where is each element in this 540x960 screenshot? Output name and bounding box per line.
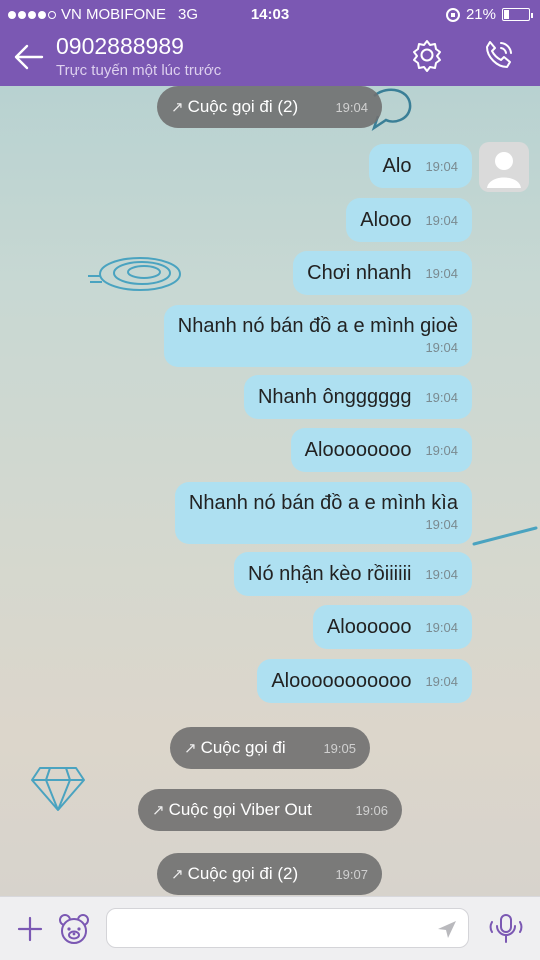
message-text: Nhanh nó bán đồ a e mình gioè — [177, 315, 458, 337]
message-time: 19:04 — [425, 673, 458, 689]
message-bubble[interactable]: Nhanh nó bán đồ a e mình gioè 19:04 — [163, 305, 472, 367]
message-bubble[interactable]: Aloooooo 19:04 — [312, 605, 472, 649]
avatar[interactable] — [479, 142, 529, 192]
call-button[interactable] — [478, 34, 520, 76]
message-text: Nó nhận kèo rồiiiiii — [248, 562, 412, 585]
contact-name[interactable]: 0902888989 — [56, 33, 184, 60]
message-text: Aloooooo — [326, 615, 412, 638]
message-bubble[interactable]: Nó nhận kèo rồiiiiii 19:04 — [234, 552, 472, 596]
rotation-lock-icon — [445, 7, 460, 22]
call-log-time: 19:06 — [355, 802, 388, 818]
settings-button[interactable] — [406, 34, 448, 76]
arrow-left-icon — [14, 44, 44, 70]
message-time: 19:04 — [425, 212, 458, 228]
battery-fill — [504, 10, 509, 19]
message-composer — [0, 896, 540, 960]
message-bubble[interactable]: Alooo 19:04 — [346, 198, 472, 242]
call-log-text: Cuộc gọi đi (2) — [187, 864, 299, 883]
message-text: Alooooooooooo — [271, 669, 412, 692]
call-log-item[interactable]: ↗ Cuộc gọi đi (2) 19:07 — [157, 853, 382, 895]
message-text: Alo — [382, 154, 412, 177]
status-bar: VN MOBIFONE 3G 14:03 21% — [0, 0, 540, 28]
gear-icon — [413, 40, 441, 72]
send-icon[interactable] — [436, 918, 458, 940]
phone-call-icon — [486, 41, 512, 68]
message-time: 19:04 — [425, 619, 458, 635]
attach-button[interactable] — [12, 911, 48, 947]
call-log-item[interactable]: ↗ Cuộc gọi Viber Out 19:06 — [138, 789, 402, 831]
message-time: 19:04 — [425, 442, 458, 458]
outgoing-call-icon: ↗ — [184, 740, 197, 757]
message-text: Nhanh ôngggggg — [257, 385, 412, 408]
back-button[interactable] — [10, 38, 48, 76]
swirl-doodle — [88, 257, 181, 291]
message-time: 19:04 — [425, 340, 458, 355]
message-list[interactable]: ↗ Cuộc gọi đi (2) 19:04 Alo 19:04 Alooo … — [0, 86, 540, 896]
user-placeholder-icon — [487, 152, 521, 188]
message-bubble[interactable]: Alooooooooooo 19:04 — [257, 659, 472, 703]
call-log-text: Cuộc gọi đi (2) — [187, 97, 299, 116]
message-time: 19:04 — [425, 517, 458, 532]
sticker-button[interactable] — [56, 911, 92, 947]
microphone-icon — [489, 914, 523, 943]
message-input[interactable] — [106, 908, 469, 948]
outgoing-call-icon: ↗ — [171, 866, 184, 883]
plus-icon — [17, 916, 43, 942]
status-right: 21% — [445, 6, 533, 23]
call-log-item[interactable]: ↗ Cuộc gọi đi 19:05 — [170, 727, 370, 769]
dash-doodle — [472, 526, 538, 546]
message-bubble[interactable]: Aloooooooo 19:04 — [290, 428, 472, 472]
call-log-item[interactable]: ↗ Cuộc gọi đi (2) 19:04 — [157, 86, 382, 128]
outgoing-call-icon: ↗ — [171, 99, 184, 116]
message-text: Aloooooooo — [304, 438, 412, 461]
battery-icon — [502, 8, 533, 21]
message-text: Alooo — [360, 208, 412, 231]
message-time: 19:04 — [425, 265, 458, 281]
message-text: Nhanh nó bán đồ a e mình kìa — [188, 492, 458, 514]
voice-message-button[interactable] — [486, 909, 526, 949]
message-bubble[interactable]: Chơi nhanh 19:04 — [293, 251, 472, 295]
chat-header: VN MOBIFONE 3G 14:03 21% 0902888989 Trực… — [0, 0, 540, 86]
message-time: 19:04 — [425, 158, 458, 174]
diamond-doodle — [31, 767, 85, 811]
battery-percent: 21% — [465, 6, 496, 23]
message-text: Chơi nhanh — [307, 261, 412, 284]
message-time: 19:04 — [425, 389, 458, 405]
message-time: 19:04 — [425, 566, 458, 582]
message-bubble[interactable]: Nhanh nó bán đồ a e mình kìa 19:04 — [174, 482, 472, 544]
message-bubble[interactable]: Alo 19:04 — [368, 144, 472, 188]
contact-status: Trực tuyến một lúc trước — [56, 62, 222, 79]
call-log-time: 19:05 — [323, 740, 356, 756]
outgoing-call-icon: ↗ — [152, 802, 165, 819]
call-log-text: Cuộc gọi đi — [200, 738, 286, 757]
call-log-time: 19:04 — [335, 99, 368, 115]
message-bubble[interactable]: Nhanh ôngggggg 19:04 — [243, 375, 472, 419]
call-log-time: 19:07 — [335, 866, 368, 882]
bear-sticker-icon — [59, 914, 89, 944]
call-log-text: Cuộc gọi Viber Out — [168, 800, 312, 819]
